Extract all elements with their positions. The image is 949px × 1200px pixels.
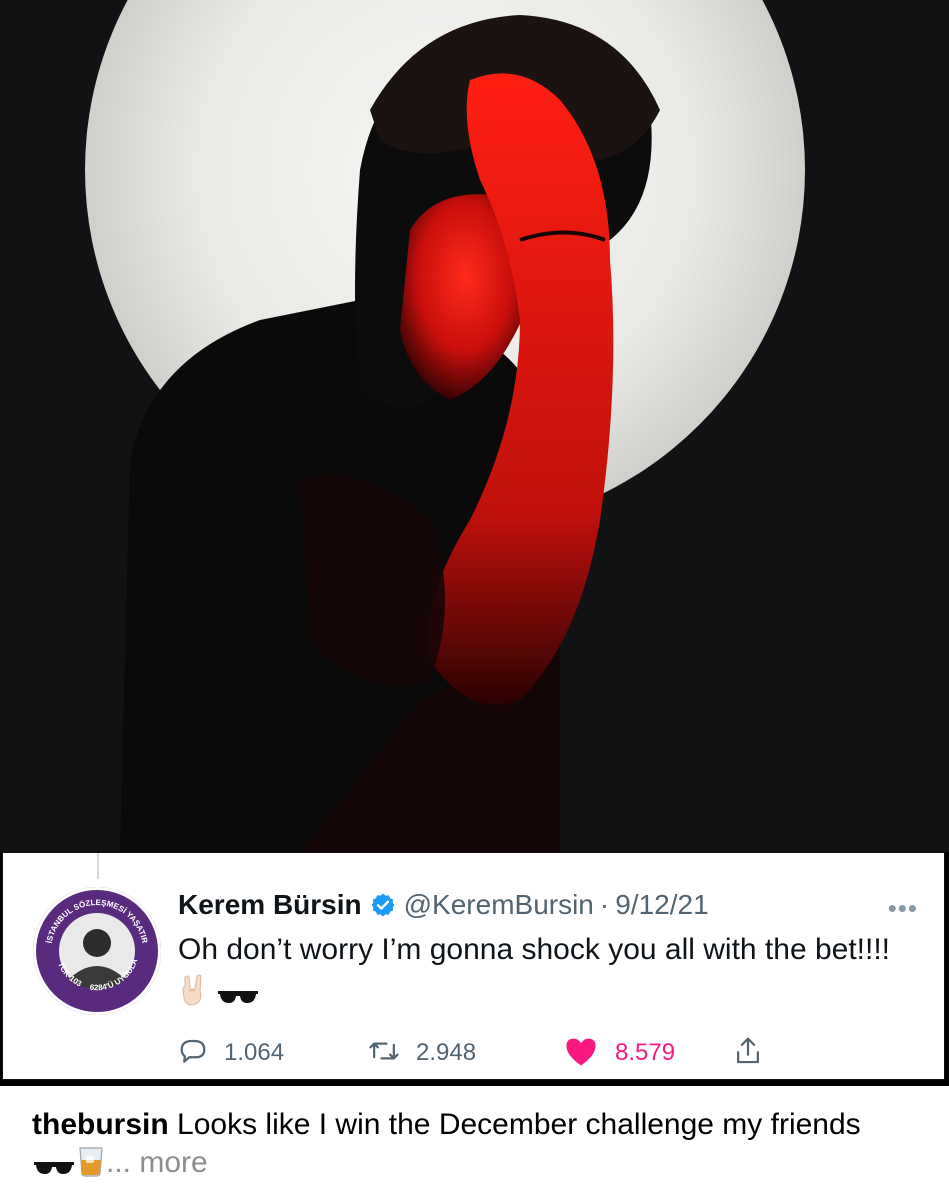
tweet-card[interactable]: İSTANBUL SÖZLEŞMESİ YAŞATIR TCK-103 6284… xyxy=(2,852,945,1080)
portrait-image xyxy=(0,0,949,852)
handle[interactable]: @KeremBursin xyxy=(404,889,594,921)
whisky-glass-icon xyxy=(76,1144,106,1188)
like-count: 8.579 xyxy=(615,1039,676,1066)
post-photo[interactable] xyxy=(0,0,949,852)
reply-icon xyxy=(178,1036,208,1071)
share-icon xyxy=(733,1035,763,1072)
more-options-icon[interactable]: ••• xyxy=(888,893,918,924)
caption-text-block: thebursin Looks like I win the December … xyxy=(32,1106,912,1188)
share-button[interactable] xyxy=(733,1035,763,1072)
caption-username[interactable]: thebursin xyxy=(32,1108,169,1141)
reply-button[interactable]: 1.064 xyxy=(178,1036,368,1071)
verified-badge-icon xyxy=(370,892,396,918)
avatar[interactable]: İSTANBUL SÖZLEŞMESİ YAŞATIR TCK-103 6284… xyxy=(33,887,161,1015)
caption-more-link[interactable]: ... more xyxy=(106,1146,208,1179)
retweet-icon xyxy=(368,1036,400,1071)
caption-text: Looks like I win the December challenge … xyxy=(177,1108,861,1141)
retweet-count: 2.948 xyxy=(416,1039,477,1066)
header-separator: · xyxy=(599,889,610,920)
thread-connector-line xyxy=(97,853,99,879)
tweet-text: Oh don’t worry I’m gonna shock you all w… xyxy=(178,933,891,966)
sunglasses-icon xyxy=(32,1150,76,1188)
tweet-actions: 1.064 2.948 8.579 xyxy=(178,1033,763,1073)
tweet-date[interactable]: 9/12/21 xyxy=(615,889,708,921)
rock-on-hand-icon xyxy=(178,973,208,1019)
display-name[interactable]: Kerem Bürsin xyxy=(178,889,362,921)
heart-icon xyxy=(563,1035,599,1072)
post-caption: thebursin Looks like I win the December … xyxy=(0,1086,949,1200)
sunglasses-icon xyxy=(216,977,260,1019)
reply-count: 1.064 xyxy=(224,1039,285,1066)
like-button[interactable]: 8.579 xyxy=(563,1035,733,1072)
tweet-header: Kerem Bürsin @KeremBursin · 9/12/21 xyxy=(178,885,709,925)
retweet-button[interactable]: 2.948 xyxy=(368,1036,563,1071)
tweet-text-block: Oh don’t worry I’m gonna shock you all w… xyxy=(178,929,898,1019)
